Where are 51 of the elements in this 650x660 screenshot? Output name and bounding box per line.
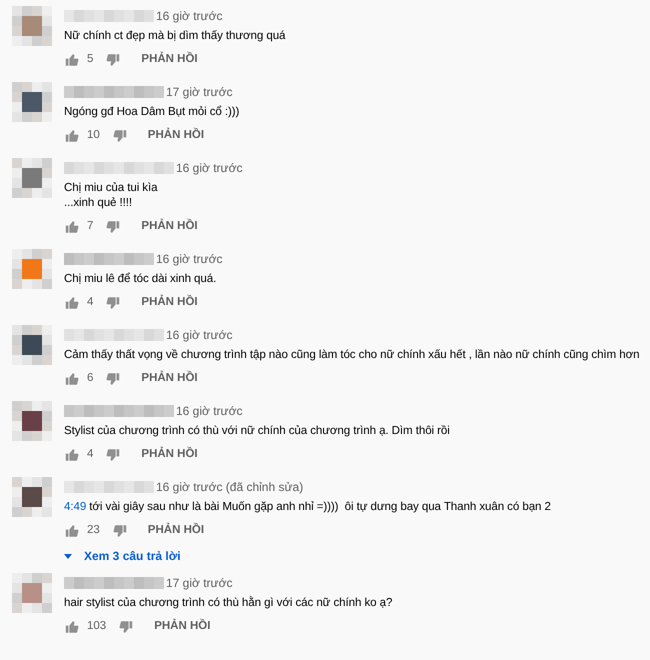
dislike-icon[interactable]	[118, 619, 134, 635]
reply-button[interactable]: PHẢN HỒI	[148, 127, 204, 145]
like-count: 10	[87, 128, 100, 144]
like-icon[interactable]	[64, 128, 80, 144]
caret-icon	[64, 554, 72, 558]
reply-button[interactable]: PHẢN HỒI	[154, 618, 210, 636]
comment-time: 17 giờ trước	[166, 575, 232, 592]
comment-text: Chị miu lê để tóc dài xinh quá.	[64, 271, 218, 286]
like-icon[interactable]	[64, 619, 80, 635]
like-icon[interactable]	[64, 371, 80, 387]
like-count: 7	[87, 219, 94, 234]
reply-button[interactable]: PHẢN HỒI	[141, 218, 198, 236]
like-icon[interactable]	[64, 219, 80, 235]
reply-button[interactable]: PHẢN HỒI	[141, 294, 198, 312]
comment-time: 16 giờ trước	[156, 8, 222, 25]
comment-text: Stylist của chương trình có thù với nữ chính của chương trình ạ. Dìm thôi rồi	[64, 423, 450, 438]
view-replies-button[interactable]: Xem 3 câu trả lời	[64, 547, 551, 565]
like-icon[interactable]	[64, 447, 80, 463]
like-count: 4	[87, 447, 94, 462]
dislike-icon[interactable]	[112, 523, 128, 539]
dislike-icon[interactable]	[105, 371, 122, 387]
reply-button[interactable]: PHẢN HỒI	[141, 51, 198, 69]
comment-time: 16 giờ trước	[166, 327, 232, 344]
dislike-icon[interactable]	[105, 447, 122, 463]
dislike-icon[interactable]	[105, 295, 122, 311]
dislike-icon[interactable]	[112, 128, 128, 144]
comment-time: 17 giờ trước	[166, 84, 232, 101]
comment-time: 16 giờ trước	[176, 403, 242, 420]
comment-time: 16 giờ trước (đã chỉnh sửa)	[156, 479, 304, 496]
like-count: 6	[87, 371, 94, 386]
like-icon[interactable]	[64, 523, 80, 539]
comment-text: hair stylist của chương trình có thù hằn gì với các nữ chính ko ạ?	[64, 595, 392, 610]
reply-button[interactable]: PHẢN HỒI	[148, 522, 204, 540]
dislike-icon[interactable]	[105, 219, 122, 235]
like-count: 103	[87, 619, 106, 634]
comment-time: 16 giờ trước	[176, 160, 242, 177]
like-count: 5	[87, 52, 94, 68]
comment-text: Ngóng gđ Hoa Dâm Bụt mỏi cổ :)))	[64, 104, 240, 119]
comment-time: 16 giờ trước	[156, 251, 222, 268]
comment-text: Cảm thấy thất vọng về chương trình tập nào cũng làm tóc cho nữ chính xấu hết , lần nào nữ chính cũng chìm hơn	[64, 347, 640, 362]
comment-text: 4:49 tới vài giây sau như là bài Muốn gặp anh nhỉ =)))) ôi tự dưng bay qua Thanh xuân có bạn 2	[64, 499, 551, 514]
like-count: 23	[87, 523, 100, 538]
comment-text: Chị miu của tui kìa ...xinh quẻ !!!!	[64, 180, 158, 210]
comment-text: Nữ chính ct đẹp mà bị dìm thấy thương quá	[64, 28, 286, 43]
timestamp-link[interactable]: 4:49	[64, 500, 86, 513]
dislike-icon[interactable]	[105, 52, 122, 68]
like-count: 4	[87, 295, 94, 310]
like-icon[interactable]	[64, 52, 80, 68]
reply-button[interactable]: PHẢN HỒI	[141, 446, 198, 464]
reply-button[interactable]: PHẢN HỒI	[141, 370, 198, 388]
like-icon[interactable]	[64, 295, 80, 311]
